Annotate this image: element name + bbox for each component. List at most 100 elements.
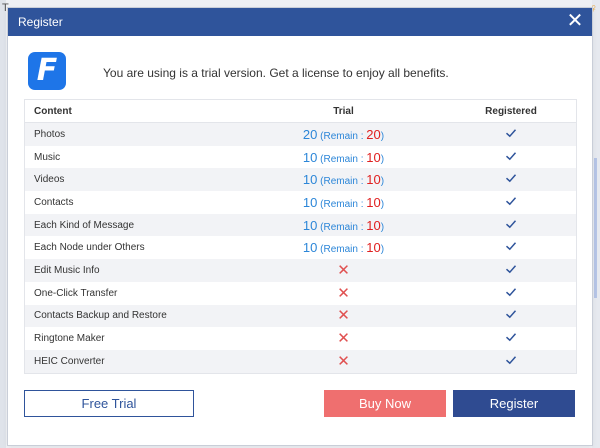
- trial-limit: 10: [302, 172, 318, 188]
- remain-label: (Remain :: [320, 130, 367, 142]
- cross-icon: ✕: [337, 284, 350, 302]
- trial-cell: 20 (Remain : 20): [241, 122, 446, 146]
- trial-limit: 10: [302, 194, 318, 210]
- app-logo-icon: F: [28, 52, 66, 90]
- check-icon: [505, 310, 517, 319]
- header-row: F You are using is a trial version. Get …: [28, 52, 572, 92]
- registered-cell: [446, 304, 576, 328]
- background-window-edge: [0, 0, 6, 448]
- feature-name: Ringtone Maker: [25, 327, 241, 350]
- remain-label: (Remain :: [320, 176, 367, 188]
- register-dialog: Register ✕ F You are using is a trial ve…: [8, 8, 592, 445]
- feature-name: Videos: [25, 168, 241, 192]
- trial-cell: ✕: [241, 281, 446, 305]
- table-row: Ringtone Maker ✕: [25, 327, 576, 350]
- registered-cell: [446, 122, 576, 146]
- cross-icon: ✕: [337, 261, 350, 279]
- registered-cell: [446, 168, 576, 192]
- remain-close: ): [380, 176, 385, 188]
- remain-close: ): [380, 198, 385, 210]
- register-button[interactable]: Register: [453, 390, 575, 417]
- buy-now-button[interactable]: Buy Now: [324, 390, 446, 417]
- feature-name: Photos: [25, 122, 241, 146]
- remain-value: 10: [366, 149, 381, 165]
- feature-name: Edit Music Info: [25, 259, 241, 282]
- trial-cell: ✕: [241, 327, 446, 350]
- registered-cell: [446, 213, 576, 237]
- trial-cell: ✕: [241, 259, 446, 282]
- trial-message: You are using is a trial version. Get a …: [103, 66, 449, 80]
- table-row: One-Click Transfer ✕: [25, 281, 576, 305]
- feature-table: Content Trial Registered Photos 20 (Remai…: [24, 99, 577, 374]
- table-row: Music 10 (Remain : 10): [25, 145, 576, 169]
- check-icon: [505, 265, 517, 274]
- remain-value: 10: [366, 240, 381, 256]
- remain-close: ): [380, 153, 385, 165]
- registered-cell: [446, 327, 576, 350]
- check-icon: [505, 151, 517, 160]
- trial-cell: 10 (Remain : 10): [241, 145, 446, 169]
- remain-close: ): [380, 221, 385, 233]
- trial-cell: 10 (Remain : 10): [241, 213, 446, 237]
- close-icon[interactable]: ✕: [566, 11, 584, 31]
- cross-icon: ✕: [337, 352, 350, 370]
- feature-name: HEIC Converter: [25, 349, 241, 373]
- feature-name: Contacts: [25, 191, 241, 214]
- trial-cell: ✕: [241, 349, 446, 373]
- trial-limit: 20: [302, 126, 318, 142]
- table-row: Each Node under Others 10 (Remain : 10): [25, 236, 576, 260]
- registered-cell: [446, 259, 576, 282]
- trial-cell: 10 (Remain : 10): [241, 168, 446, 192]
- remain-value: 10: [366, 217, 381, 233]
- feature-name: Each Kind of Message: [25, 213, 241, 237]
- remain-value: 20: [366, 126, 381, 142]
- check-icon: [505, 356, 517, 364]
- cross-icon: ✕: [337, 330, 350, 348]
- remain-value: 10: [366, 172, 381, 188]
- app-logo-letter: F: [36, 53, 58, 88]
- cross-icon: ✕: [337, 307, 350, 325]
- trial-cell: 10 (Remain : 10): [241, 236, 446, 260]
- trial-limit: 10: [302, 149, 318, 165]
- trial-cell: ✕: [241, 304, 446, 328]
- feature-name: Each Node under Others: [25, 236, 241, 260]
- remain-label: (Remain :: [320, 153, 367, 165]
- check-icon: [505, 242, 517, 251]
- remain-label: (Remain :: [320, 244, 367, 256]
- trial-limit: 10: [302, 217, 318, 233]
- remain-value: 10: [366, 194, 381, 210]
- registered-cell: [446, 191, 576, 214]
- header-registered: Registered: [446, 100, 576, 123]
- remain-label: (Remain :: [320, 221, 367, 233]
- registered-cell: [446, 145, 576, 169]
- table-row: Contacts Backup and Restore ✕: [25, 304, 576, 328]
- background-accent: [594, 158, 597, 298]
- header-content: Content: [25, 100, 241, 123]
- free-trial-button[interactable]: Free Trial: [24, 390, 194, 417]
- table-row: Edit Music Info ✕: [25, 259, 576, 282]
- check-icon: [505, 219, 517, 228]
- trial-cell: 10 (Remain : 10): [241, 191, 446, 214]
- check-icon: [505, 174, 517, 183]
- registered-cell: [446, 349, 576, 373]
- feature-name: Contacts Backup and Restore: [25, 304, 241, 328]
- remain-close: ): [380, 244, 385, 256]
- check-icon: [505, 197, 517, 206]
- header-trial: Trial: [241, 100, 446, 123]
- title-bar: Register ✕: [8, 8, 592, 36]
- check-icon: [505, 287, 517, 296]
- feature-name: One-Click Transfer: [25, 281, 241, 305]
- table-row: Contacts 10 (Remain : 10): [25, 191, 576, 214]
- remain-label: (Remain :: [320, 198, 367, 210]
- table-header-row: Content Trial Registered: [25, 100, 576, 123]
- table-row: Each Kind of Message 10 (Remain : 10): [25, 213, 576, 237]
- table-row: Photos 20 (Remain : 20): [25, 122, 576, 146]
- table-row: Videos 10 (Remain : 10): [25, 168, 576, 192]
- remain-close: ): [380, 130, 385, 142]
- registered-cell: [446, 281, 576, 305]
- trial-limit: 10: [302, 240, 318, 256]
- dialog-title: Register: [18, 15, 63, 29]
- feature-name: Music: [25, 145, 241, 169]
- check-icon: [505, 129, 517, 138]
- check-icon: [505, 333, 517, 342]
